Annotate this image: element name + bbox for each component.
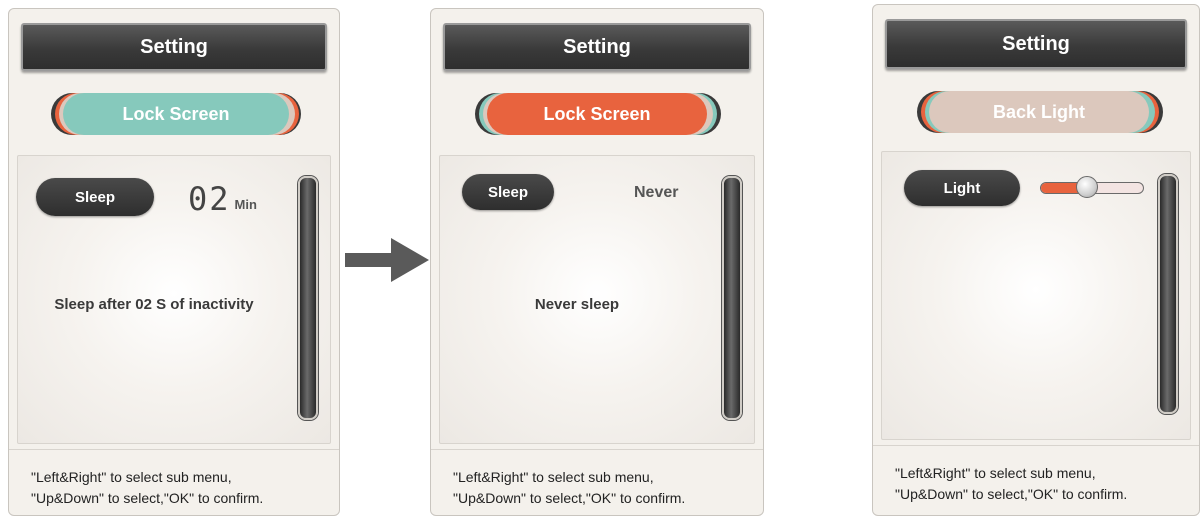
options-panel: Sleep 02 Min Sleep after 02 S of inactiv… — [17, 155, 331, 444]
screen-title: Setting — [443, 23, 751, 71]
sleep-message: Sleep after 02 S of inactivity — [54, 296, 254, 313]
instruction-hint: "Left&Right" to select sub menu, "Up&Dow… — [31, 467, 263, 509]
options-panel: Light — [881, 151, 1191, 440]
right-arrow-icon — [345, 238, 429, 282]
scrollbar[interactable] — [298, 176, 318, 420]
hint-line-1: "Left&Right" to select sub menu, — [31, 469, 232, 485]
sleep-value-unit: Min — [234, 197, 257, 212]
sleep-value-text: Never — [634, 184, 679, 201]
submenu-lock-screen[interactable]: Lock Screen — [487, 93, 707, 135]
scrollbar[interactable] — [722, 176, 742, 420]
screen-title: Setting — [885, 19, 1187, 69]
brightness-slider-knob[interactable] — [1075, 176, 1098, 198]
sleep-value-display: 02 Min — [188, 176, 257, 216]
scrollbar[interactable] — [1158, 174, 1178, 414]
options-panel: Sleep Never Never sleep — [439, 155, 755, 444]
settings-screen-lock-screen-never: Setting Lock Screen Sleep Never Never sl… — [430, 8, 764, 516]
sleep-option-button[interactable]: Sleep — [36, 178, 154, 216]
hint-line-2: "Up&Down" to select,"OK" to confirm. — [895, 486, 1128, 502]
light-option-button[interactable]: Light — [904, 170, 1020, 206]
submenu-back-light[interactable]: Back Light — [929, 91, 1149, 133]
instruction-hint: "Left&Right" to select sub menu, "Up&Dow… — [453, 467, 685, 509]
settings-screen-back-light: Setting Back Light Light "Left&Right" to… — [872, 4, 1200, 516]
instruction-hint: "Left&Right" to select sub menu, "Up&Dow… — [895, 463, 1127, 505]
hint-divider — [431, 449, 763, 450]
hint-line-2: "Up&Down" to select,"OK" to confirm. — [453, 490, 686, 506]
hint-line-1: "Left&Right" to select sub menu, — [895, 465, 1096, 481]
settings-screen-lock-screen-minutes: Setting Lock Screen Sleep 02 Min Sleep a… — [8, 8, 340, 516]
sleep-message: Never sleep — [534, 296, 620, 313]
hint-line-1: "Left&Right" to select sub menu, — [453, 469, 654, 485]
screen-title: Setting — [21, 23, 327, 71]
hint-line-2: "Up&Down" to select,"OK" to confirm. — [31, 490, 264, 506]
submenu-selector[interactable]: Lock Screen — [9, 93, 339, 135]
submenu-selector[interactable]: Back Light — [873, 91, 1199, 133]
sleep-value-number: 02 — [188, 180, 231, 218]
sleep-option-button[interactable]: Sleep — [462, 174, 554, 210]
hint-divider — [873, 445, 1199, 446]
submenu-lock-screen[interactable]: Lock Screen — [63, 93, 289, 135]
submenu-selector[interactable]: Lock Screen — [431, 93, 763, 135]
hint-divider — [9, 449, 339, 450]
